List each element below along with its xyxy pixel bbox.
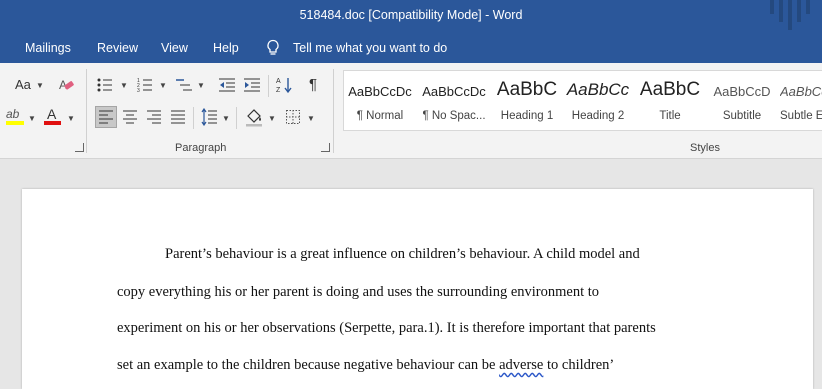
- chevron-down-icon[interactable]: ▼: [67, 114, 75, 123]
- bullets-icon[interactable]: [97, 77, 113, 93]
- group-separator: [333, 69, 334, 153]
- spelling-flagged-word[interactable]: adverse: [499, 357, 543, 373]
- chevron-down-icon[interactable]: ▼: [268, 114, 276, 123]
- align-right-icon[interactable]: [147, 110, 161, 124]
- svg-text:Z: Z: [276, 87, 281, 94]
- svg-text:3: 3: [137, 88, 140, 93]
- decoration: [788, 0, 792, 30]
- styles-gallery: AaBbCcDc ¶ Normal AaBbCcDc ¶ No Spac... …: [343, 70, 822, 131]
- style-sample: AaBbCcDc: [348, 84, 412, 99]
- align-center-icon[interactable]: [123, 110, 137, 124]
- decoration: [770, 0, 774, 14]
- highlight-color-icon[interactable]: ab: [5, 106, 25, 128]
- decoration: [797, 0, 801, 22]
- style-name: Heading 1: [500, 110, 554, 122]
- paragraph-line: experiment on his or her observations (S…: [117, 320, 656, 336]
- chevron-down-icon[interactable]: ▼: [159, 81, 167, 90]
- style-name: ¶ No Spac...: [422, 110, 486, 122]
- paragraph-line: copy everything his or her parent is doi…: [117, 284, 600, 300]
- tab-view[interactable]: View: [161, 41, 188, 55]
- justify-icon[interactable]: [171, 110, 185, 124]
- document-page[interactable]: Parent’s behaviour is a great influence …: [22, 189, 813, 389]
- separator: [236, 107, 237, 129]
- lightbulb-icon[interactable]: [265, 39, 281, 57]
- chevron-down-icon[interactable]: ▼: [120, 81, 128, 90]
- align-left-icon: [99, 110, 113, 124]
- decoration: [806, 0, 810, 14]
- tell-me-search[interactable]: Tell me what you want to do: [293, 41, 447, 55]
- style-title[interactable]: AaBbC Title: [634, 71, 706, 130]
- styles-group-label: Styles: [690, 142, 720, 154]
- borders-icon[interactable]: [286, 110, 300, 124]
- style-name: ¶ Normal: [356, 110, 404, 122]
- decrease-indent-icon[interactable]: [219, 77, 236, 93]
- shading-icon[interactable]: [245, 107, 263, 127]
- window-title: 518484.doc [Compatibility Mode] - Word: [299, 8, 523, 22]
- style-subtitle[interactable]: AaBbCcD Subtitle: [706, 71, 778, 130]
- style-name: Title: [659, 110, 681, 122]
- text-run: to children’: [543, 357, 615, 373]
- paragraph-line: set an example to the children because n…: [117, 357, 757, 374]
- svg-text:ab: ab: [6, 107, 20, 121]
- font-dialog-launcher-icon[interactable]: [75, 143, 84, 152]
- paragraph-group-label: Paragraph: [175, 142, 227, 154]
- separator: [268, 75, 269, 97]
- style-heading-2[interactable]: AaBbCc Heading 2: [564, 71, 632, 130]
- style-sample: AaBbCc: [566, 80, 630, 99]
- tab-review[interactable]: Review: [97, 41, 138, 55]
- style-subtle-emphasis[interactable]: AaBbCcDc Subtle E: [780, 71, 822, 130]
- style-sample: AaBbCcD: [713, 84, 771, 99]
- numbering-icon[interactable]: 1 2 3: [137, 77, 153, 93]
- paragraph-line: Parent’s behaviour is a great influence …: [165, 246, 640, 262]
- separator: [193, 107, 194, 129]
- tab-help[interactable]: Help: [213, 41, 239, 55]
- group-separator: [86, 69, 87, 153]
- paragraph-dialog-launcher-icon[interactable]: [321, 143, 330, 152]
- style-sample: AaBbC: [639, 79, 701, 100]
- style-normal[interactable]: AaBbCcDc ¶ Normal: [344, 71, 416, 130]
- chevron-down-icon[interactable]: ▼: [36, 81, 44, 90]
- title-bar: 518484.doc [Compatibility Mode] - Word: [0, 0, 822, 33]
- document-area: Parent’s behaviour is a great influence …: [0, 159, 822, 389]
- increase-indent-icon[interactable]: [244, 77, 261, 93]
- style-heading-1[interactable]: AaBbC Heading 1: [491, 71, 563, 130]
- show-formatting-marks-icon[interactable]: ¶: [309, 76, 317, 93]
- svg-text:A: A: [276, 78, 281, 85]
- style-sample: AaBbC: [496, 79, 558, 100]
- chevron-down-icon[interactable]: ▼: [222, 114, 230, 123]
- change-case-button[interactable]: Aa: [15, 77, 31, 92]
- line-spacing-icon[interactable]: [201, 108, 217, 126]
- ribbon: Aa ▼ A ab ▼ A ▼ ▼ 1 2 3 ▼ ▼ A Z ¶ ▼ ▼ ▼ …: [0, 63, 822, 159]
- style-sample: AaBbCcDc: [422, 84, 486, 99]
- tab-mailings[interactable]: Mailings: [25, 41, 71, 55]
- style-name: Heading 2: [571, 110, 625, 122]
- chevron-down-icon[interactable]: ▼: [197, 81, 205, 90]
- clear-formatting-icon[interactable]: A: [58, 76, 76, 94]
- chevron-down-icon[interactable]: ▼: [28, 114, 36, 123]
- multilevel-list-icon[interactable]: [176, 77, 193, 93]
- font-color-icon[interactable]: A: [43, 106, 63, 128]
- text-run: set an example to the children because n…: [117, 357, 500, 373]
- sort-icon[interactable]: A Z: [276, 76, 292, 94]
- decoration: [779, 0, 783, 22]
- style-no-spacing[interactable]: AaBbCcDc ¶ No Spac...: [418, 71, 490, 130]
- style-name: Subtle E: [780, 110, 822, 122]
- style-name: Subtitle: [722, 110, 762, 122]
- align-left-button[interactable]: [95, 106, 117, 128]
- chevron-down-icon[interactable]: ▼: [307, 114, 315, 123]
- svg-text:A: A: [47, 106, 57, 122]
- style-sample: AaBbCcDc: [780, 84, 822, 99]
- ribbon-tabs: Mailings Review View Help Tell me what y…: [0, 33, 822, 63]
